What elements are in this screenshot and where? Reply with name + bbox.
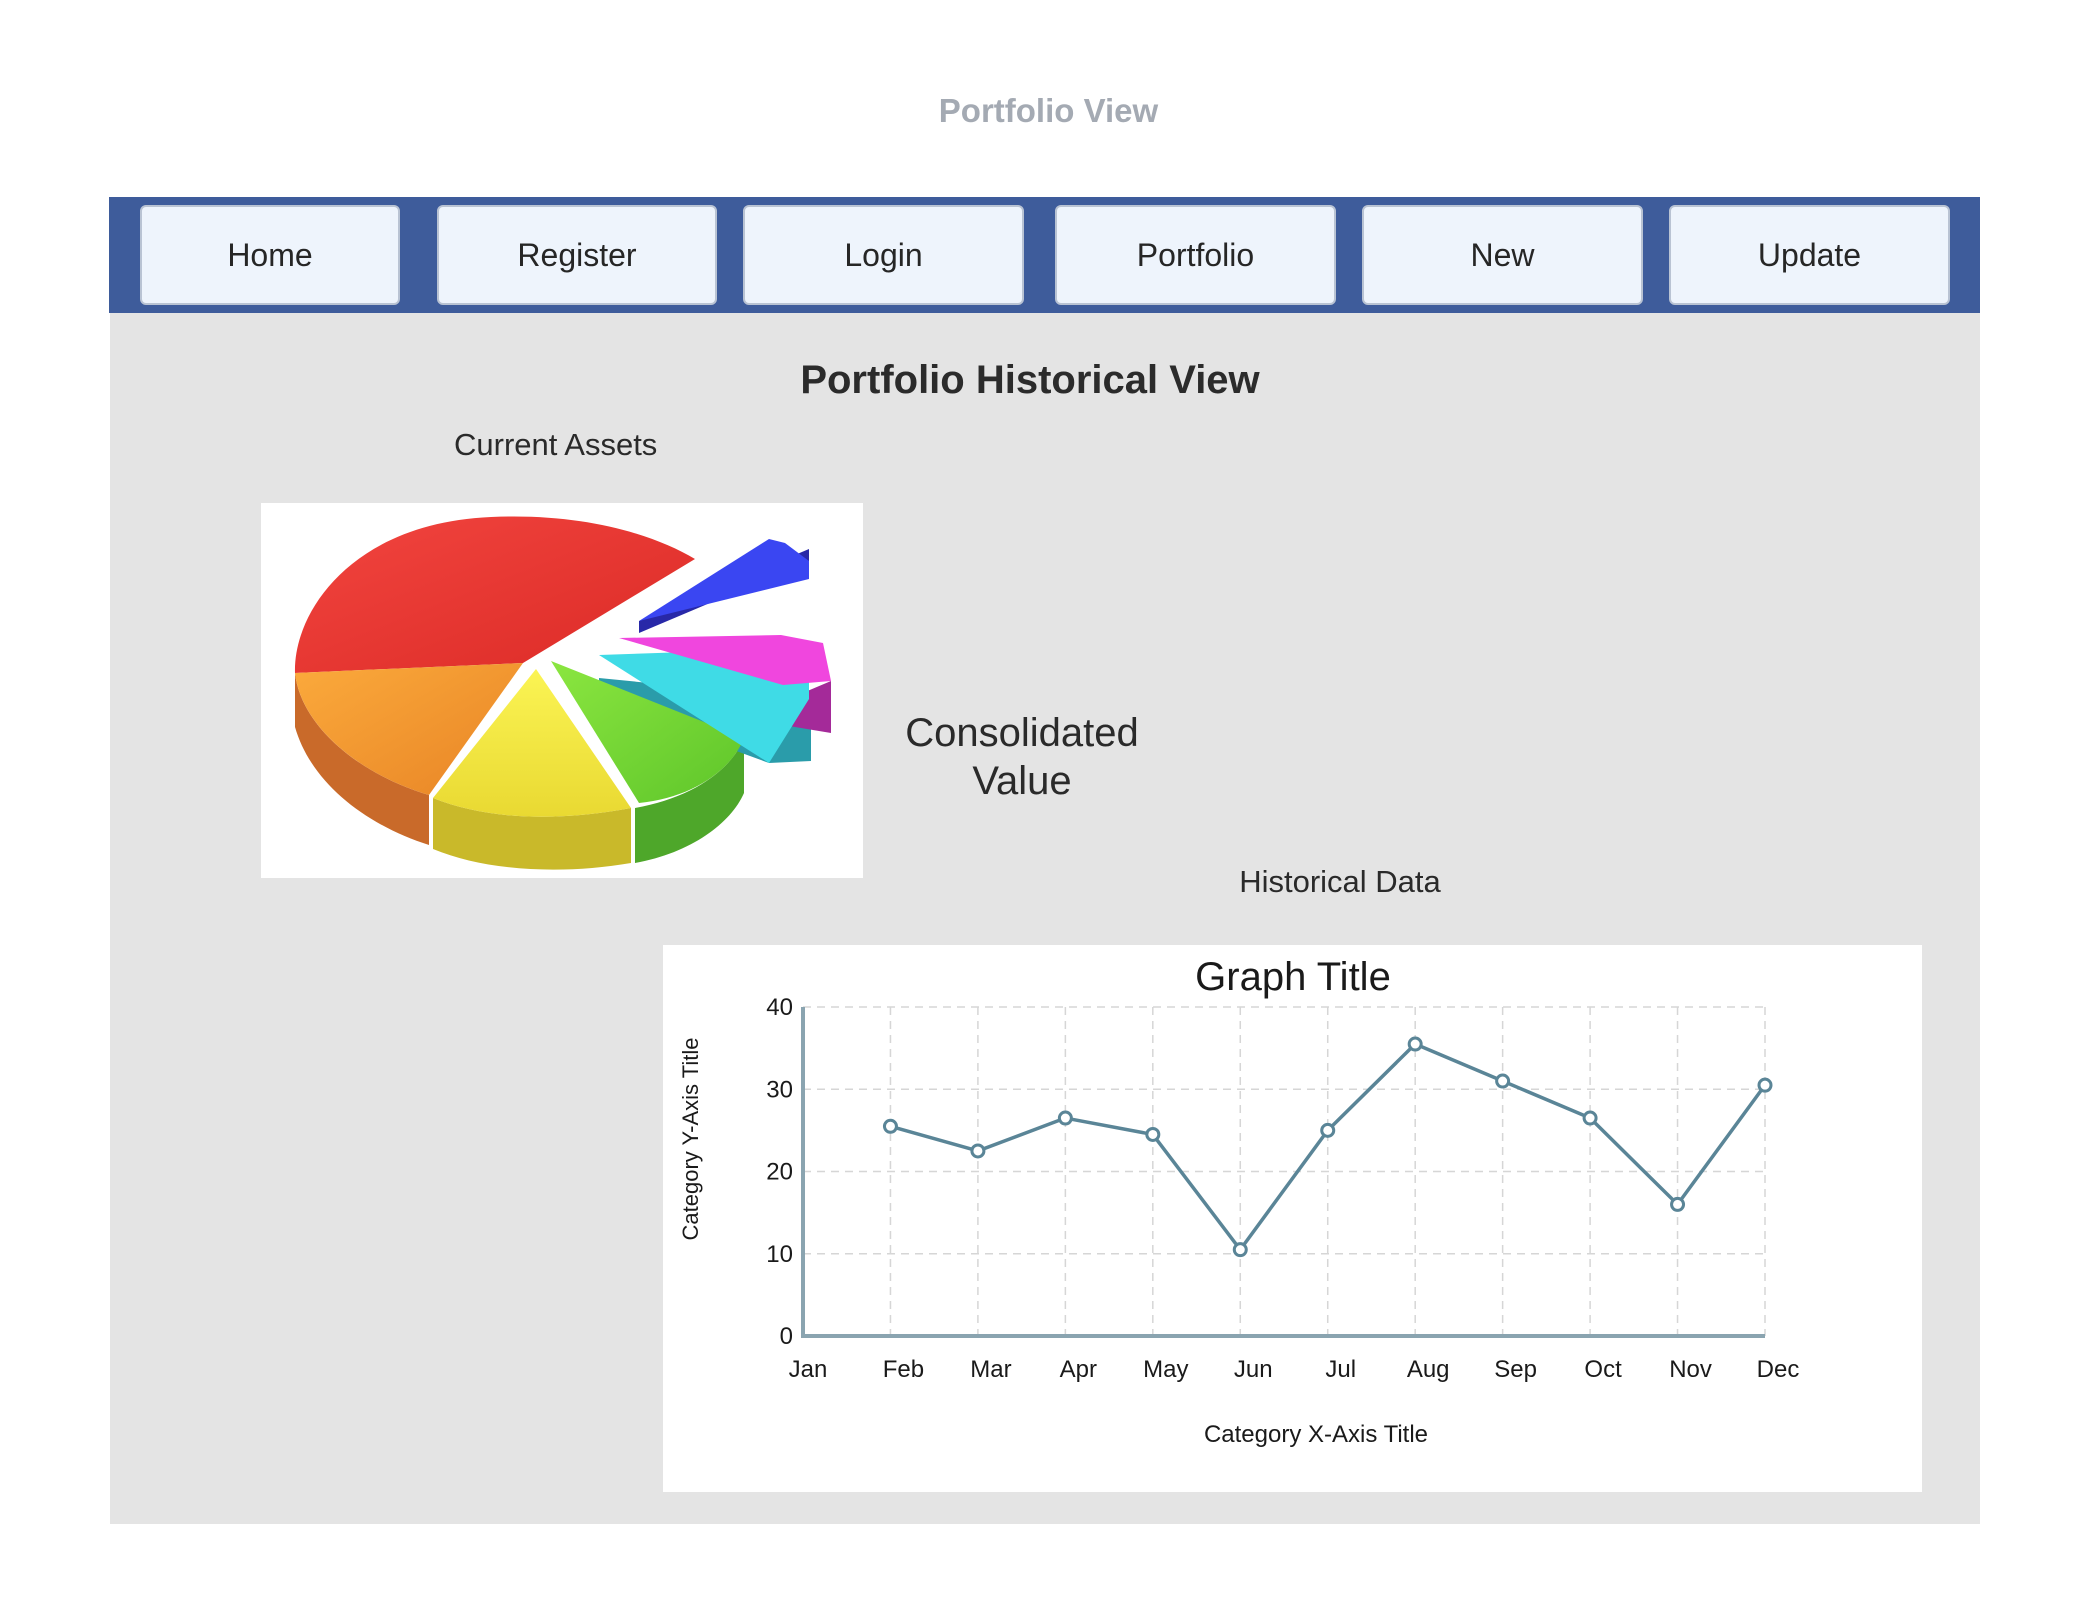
- x-tick-label: May: [1143, 1356, 1188, 1383]
- data-point: [1670, 1196, 1686, 1212]
- y-tick-label: 20: [766, 1159, 793, 1186]
- pie-chart-illustration-icon: [294, 516, 831, 870]
- x-tick-label: Apr: [1060, 1356, 1097, 1383]
- x-tick-label: Jan: [789, 1356, 828, 1383]
- main-panel: Portfolio Historical View Current Assets: [110, 313, 1980, 1524]
- current-assets-label: Current Assets: [454, 427, 658, 462]
- x-tick-label: Jul: [1325, 1356, 1356, 1383]
- data-point: [1145, 1126, 1161, 1142]
- consolidated-value-label: Consolidated Value: [905, 711, 1139, 803]
- nav-portfolio-button[interactable]: Portfolio: [1055, 205, 1336, 305]
- data-point: [970, 1143, 986, 1159]
- x-tick-label: Mar: [970, 1356, 1011, 1383]
- data-point: [1320, 1122, 1336, 1138]
- historical-data-label: Historical Data: [1239, 864, 1441, 899]
- x-tick-label: Sep: [1494, 1356, 1537, 1383]
- x-tick-label: Dec: [1757, 1356, 1800, 1383]
- nav-login-button[interactable]: Login: [743, 205, 1024, 305]
- y-tick-label: 40: [766, 994, 793, 1021]
- page-header: Portfolio View: [938, 92, 1159, 129]
- x-tick-label: Feb: [883, 1356, 924, 1383]
- data-point: [1407, 1036, 1423, 1052]
- data-point: [1495, 1073, 1511, 1089]
- current-assets-pie-image: [261, 503, 863, 878]
- y-tick-label: 10: [766, 1241, 793, 1268]
- chart-y-axis-title: Category Y-Axis Title: [678, 1038, 703, 1241]
- data-point: [1582, 1110, 1598, 1126]
- x-tick-label: Jun: [1234, 1356, 1273, 1383]
- data-point: [1232, 1242, 1248, 1258]
- chart-x-axis-title: Category X-Axis Title: [1204, 1421, 1428, 1448]
- section-title: Portfolio Historical View: [800, 358, 1260, 402]
- historical-chart: Graph Title Category X-Axis Title Catego…: [663, 945, 1922, 1492]
- nav-home-button[interactable]: Home: [140, 205, 400, 305]
- nav-bar: Home Register Login Portfolio New Update: [109, 197, 1980, 313]
- line-chart-svg: Graph Title Category X-Axis Title Catego…: [678, 955, 1800, 1448]
- nav-update-button[interactable]: Update: [1669, 205, 1950, 305]
- y-tick-label: 30: [766, 1076, 793, 1103]
- nav-register-button[interactable]: Register: [437, 205, 717, 305]
- chart-title: Graph Title: [1195, 955, 1391, 999]
- x-tick-label: Aug: [1407, 1356, 1450, 1383]
- nav-new-button[interactable]: New: [1362, 205, 1643, 305]
- x-tick-label: Oct: [1584, 1356, 1622, 1383]
- data-point: [1057, 1110, 1073, 1126]
- data-point: [882, 1118, 898, 1134]
- x-tick-label: Nov: [1669, 1356, 1712, 1383]
- y-tick-label: 0: [780, 1323, 793, 1350]
- data-point: [1757, 1077, 1773, 1093]
